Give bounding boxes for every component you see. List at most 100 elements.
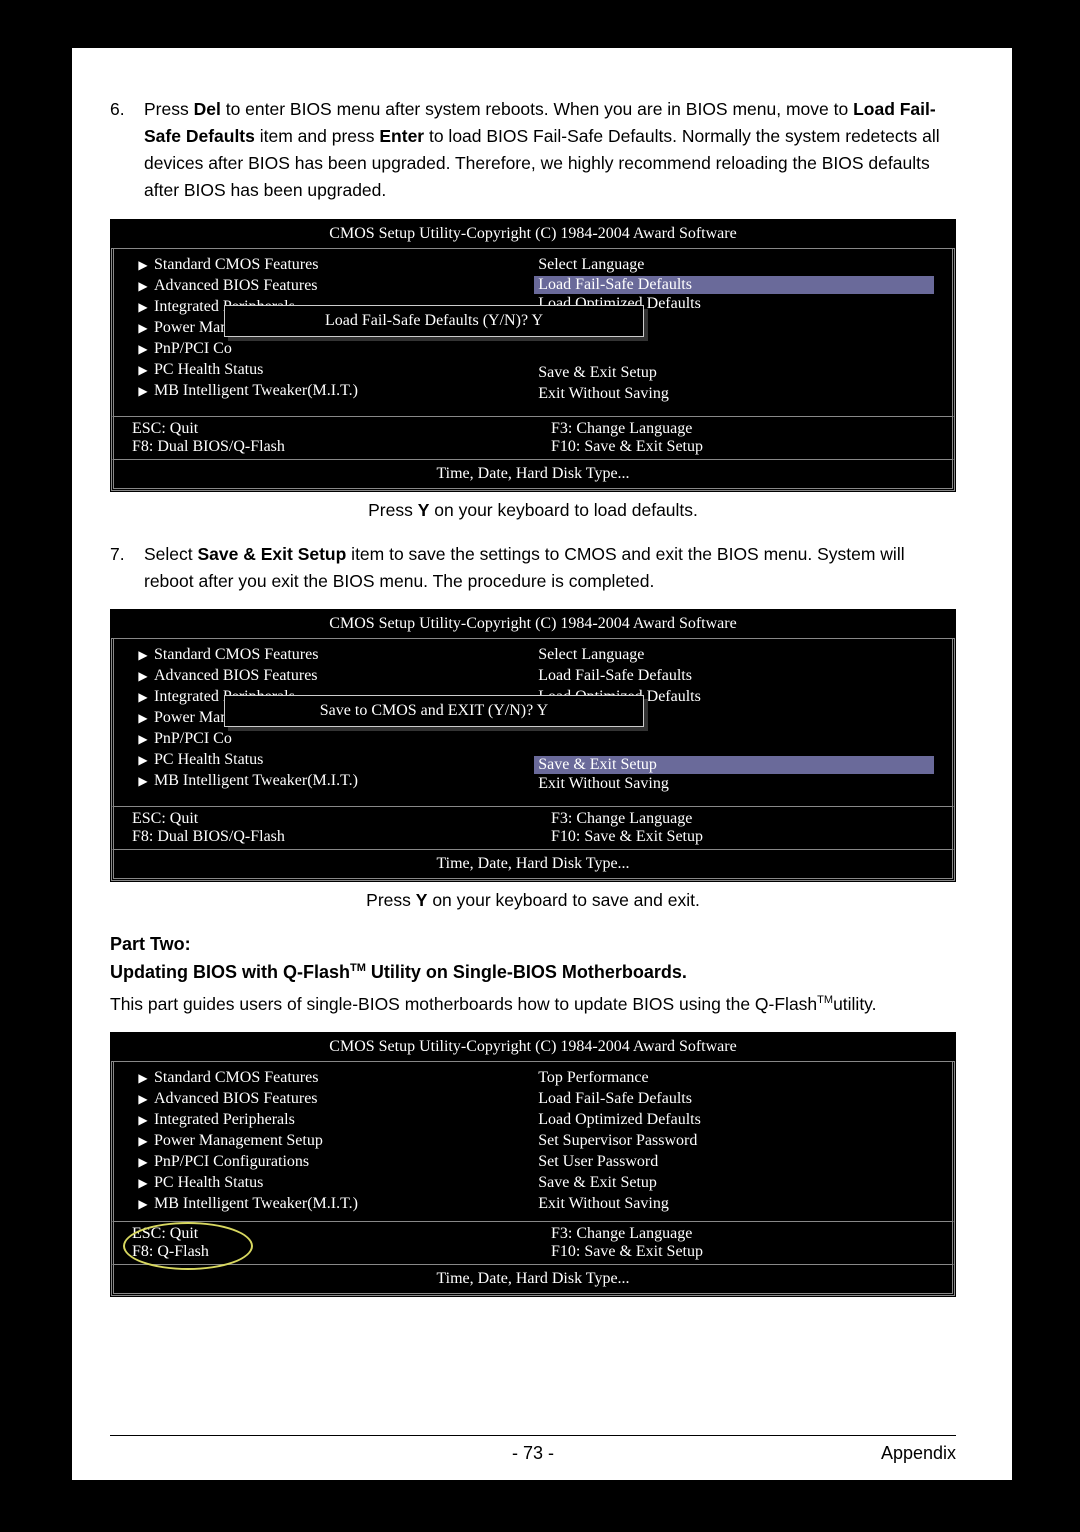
bios-menu: ▶Standard CMOS Features ▶Advanced BIOS F… <box>111 639 955 807</box>
bios-help-bar: ESC: Quit F8: Q-Flash F3: Change Languag… <box>111 1222 955 1265</box>
menu-item[interactable]: ▶PC Health Status <box>132 360 498 381</box>
confirm-dialog[interactable]: Save to CMOS and EXIT (Y/N)? Y <box>224 695 644 727</box>
menu-item[interactable]: Select Language <box>534 255 934 276</box>
part-two-subheading: Updating BIOS with Q-FlashTM Utility on … <box>110 959 956 987</box>
triangle-icon: ▶ <box>132 1071 154 1086</box>
menu-item[interactable]: ▶Advanced BIOS Features <box>132 1089 498 1110</box>
step-7: 7. Select Save & Exit Setup item to save… <box>110 541 956 595</box>
menu-item[interactable]: ▶Standard CMOS Features <box>132 645 498 666</box>
help-key: F3: Change Language <box>551 1225 934 1243</box>
menu-item[interactable]: Set Supervisor Password <box>534 1131 934 1152</box>
bios-screen-2: CMOS Setup Utility-Copyright (C) 1984-20… <box>110 609 956 882</box>
bios-left-col: ▶Standard CMOS Features ▶Advanced BIOS F… <box>114 1068 516 1215</box>
menu-item[interactable]: ▶Power Management Setup <box>132 1131 498 1152</box>
bios-help-bar: ESC: Quit F8: Dual BIOS/Q-Flash F3: Chan… <box>111 417 955 460</box>
step-content: Press Del to enter BIOS menu after syste… <box>144 96 956 205</box>
section-label: Appendix <box>881 1443 956 1464</box>
bios-screen-1: CMOS Setup Utility-Copyright (C) 1984-20… <box>110 219 956 492</box>
step-content: Select Save & Exit Setup item to save th… <box>144 541 956 595</box>
help-key: F10: Save & Exit Setup <box>551 828 934 846</box>
menu-item[interactable]: ▶PC Health Status <box>132 750 498 771</box>
document-page: 6. Press Del to enter BIOS menu after sy… <box>72 48 1012 1480</box>
menu-item[interactable]: ▶Advanced BIOS Features <box>132 666 498 687</box>
triangle-icon: ▶ <box>132 363 154 378</box>
help-key: ESC: Quit <box>132 420 515 438</box>
triangle-icon: ▶ <box>132 774 154 789</box>
menu-item[interactable]: Exit Without Saving <box>534 384 934 405</box>
trademark-icon: TM <box>817 994 833 1006</box>
bios-title: CMOS Setup Utility-Copyright (C) 1984-20… <box>111 1033 955 1062</box>
menu-item[interactable]: Save & Exit Setup <box>534 363 934 384</box>
triangle-icon: ▶ <box>132 753 154 768</box>
help-key: F8: Dual BIOS/Q-Flash <box>132 828 515 846</box>
footer-rule <box>110 1435 956 1436</box>
menu-item[interactable]: ▶PnP/PCI Configurations <box>132 1152 498 1173</box>
key-del: Del <box>194 99 221 119</box>
help-key: F10: Save & Exit Setup <box>551 1243 934 1261</box>
triangle-icon: ▶ <box>132 1113 154 1128</box>
part-two-heading: Part Two: <box>110 931 956 959</box>
menu-item[interactable]: ▶Standard CMOS Features <box>132 255 498 276</box>
menu-item[interactable]: ▶Integrated Peripherals <box>132 1110 498 1131</box>
help-key: F10: Save & Exit Setup <box>551 438 934 456</box>
help-key: F3: Change Language <box>551 810 934 828</box>
menu-item[interactable]: Load Optimized Defaults <box>534 1110 934 1131</box>
instruction-list: 7. Select Save & Exit Setup item to save… <box>110 541 956 595</box>
menu-item[interactable]: ▶MB Intelligent Tweaker(M.I.T.) <box>132 771 498 792</box>
menu-item[interactable]: Exit Without Saving <box>534 1194 934 1215</box>
menu-item-selected[interactable]: Save & Exit Setup <box>534 756 934 774</box>
triangle-icon: ▶ <box>132 690 154 705</box>
triangle-icon: ▶ <box>132 1176 154 1191</box>
bios-menu: ▶Standard CMOS Features ▶Advanced BIOS F… <box>111 1062 955 1222</box>
instruction-list: 6. Press Del to enter BIOS menu after sy… <box>110 96 956 205</box>
help-key: F8: Dual BIOS/Q-Flash <box>132 438 515 456</box>
triangle-icon: ▶ <box>132 279 154 294</box>
triangle-icon: ▶ <box>132 1134 154 1149</box>
menu-item[interactable]: ▶MB Intelligent Tweaker(M.I.T.) <box>132 1194 498 1215</box>
triangle-icon: ▶ <box>132 1155 154 1170</box>
caption: Press Y on your keyboard to save and exi… <box>110 890 956 911</box>
triangle-icon: ▶ <box>132 732 154 747</box>
part-two-text: This part guides users of single-BIOS mo… <box>110 991 956 1018</box>
step-number: 6. <box>110 96 144 205</box>
menu-item[interactable]: ▶PnP/PCI Co <box>132 339 498 360</box>
menu-item[interactable]: Top Performance <box>534 1068 934 1089</box>
key-enter: Enter <box>379 126 424 146</box>
key-y: Y <box>418 500 430 520</box>
bios-screen-3: CMOS Setup Utility-Copyright (C) 1984-20… <box>110 1032 956 1297</box>
help-key: F8: Q-Flash <box>132 1243 515 1261</box>
triangle-icon: ▶ <box>132 300 154 315</box>
menu-item[interactable]: ▶MB Intelligent Tweaker(M.I.T.) <box>132 381 498 402</box>
triangle-icon: ▶ <box>132 1197 154 1212</box>
menu-item-selected[interactable]: Load Fail-Safe Defaults <box>534 276 934 294</box>
page-footer: - 73 - Appendix <box>110 1443 956 1464</box>
menu-item[interactable]: ▶PC Health Status <box>132 1173 498 1194</box>
triangle-icon: ▶ <box>132 384 154 399</box>
menu-item[interactable]: Load Fail-Safe Defaults <box>534 1089 934 1110</box>
caption: Press Y on your keyboard to load default… <box>110 500 956 521</box>
triangle-icon: ▶ <box>132 1092 154 1107</box>
menu-item[interactable]: Load Fail-Safe Defaults <box>534 666 934 687</box>
bios-title: CMOS Setup Utility-Copyright (C) 1984-20… <box>111 610 955 639</box>
menu-item[interactable]: ▶Standard CMOS Features <box>132 1068 498 1089</box>
menu-item[interactable]: Exit Without Saving <box>534 774 934 795</box>
triangle-icon: ▶ <box>132 669 154 684</box>
step-number: 7. <box>110 541 144 595</box>
triangle-icon: ▶ <box>132 711 154 726</box>
triangle-icon: ▶ <box>132 648 154 663</box>
bios-help-bar: ESC: Quit F8: Dual BIOS/Q-Flash F3: Chan… <box>111 807 955 850</box>
page-number: - 73 - <box>512 1443 554 1464</box>
help-key: F3: Change Language <box>551 420 934 438</box>
menu-item[interactable]: Set User Password <box>534 1152 934 1173</box>
triangle-icon: ▶ <box>132 342 154 357</box>
menu-item[interactable]: Save & Exit Setup <box>534 1173 934 1194</box>
menu-item[interactable]: ▶PnP/PCI Co <box>132 729 498 750</box>
menu-item[interactable]: ▶Advanced BIOS Features <box>132 276 498 297</box>
confirm-dialog[interactable]: Load Fail-Safe Defaults (Y/N)? Y <box>224 305 644 337</box>
bios-menu: ▶Standard CMOS Features ▶Advanced BIOS F… <box>111 249 955 417</box>
help-key: ESC: Quit <box>132 1225 515 1243</box>
bios-right-col: Top Performance Load Fail-Safe Defaults … <box>516 1068 952 1215</box>
triangle-icon: ▶ <box>132 321 154 336</box>
menu-item[interactable]: Select Language <box>534 645 934 666</box>
help-key: ESC: Quit <box>132 810 515 828</box>
